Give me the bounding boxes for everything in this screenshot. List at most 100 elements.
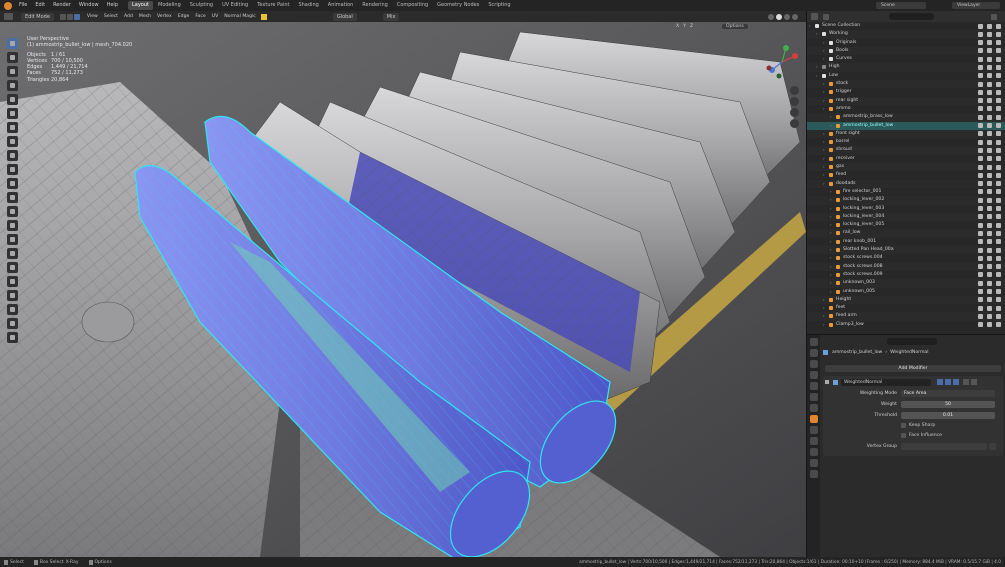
eye-icon[interactable]: [987, 123, 992, 129]
outliner-row[interactable]: › front sight: [807, 129, 1005, 139]
expand-arrow-icon[interactable]: ›: [830, 122, 832, 130]
exclude-checkbox-icon[interactable]: [978, 322, 983, 328]
outliner-row[interactable]: › Working: [807, 30, 1005, 39]
eye-icon[interactable]: [987, 264, 992, 270]
eye-icon[interactable]: [987, 222, 992, 228]
exclude-checkbox-icon[interactable]: [978, 64, 983, 70]
extrude-tool-icon[interactable]: [6, 163, 18, 175]
scale-tool-icon[interactable]: [6, 93, 18, 105]
camera-render-icon[interactable]: [996, 98, 1001, 104]
spin-tool-icon[interactable]: [6, 247, 18, 259]
outliner-row[interactable]: › locking_lever_002: [807, 196, 1005, 205]
outliner-row[interactable]: › barrel: [807, 138, 1005, 146]
outliner-row[interactable]: › ammo: [807, 105, 1005, 113]
eye-icon[interactable]: [987, 31, 992, 37]
menu-select[interactable]: Select: [101, 14, 121, 19]
eye-icon[interactable]: [987, 247, 992, 253]
exclude-checkbox-icon[interactable]: [978, 31, 983, 37]
expand-arrow-icon[interactable]: ›: [830, 205, 832, 213]
blender-logo-icon[interactable]: [4, 1, 12, 10]
eye-icon[interactable]: [987, 40, 992, 46]
funnel-icon[interactable]: [991, 13, 997, 20]
filter-icon[interactable]: [823, 13, 829, 20]
menu-view[interactable]: View: [84, 14, 101, 19]
expand-arrow-icon[interactable]: ›: [823, 312, 825, 320]
orientation-dropdown[interactable]: Global: [332, 12, 357, 21]
tab-sculpting[interactable]: Sculpting: [186, 1, 217, 10]
camera-render-icon[interactable]: [996, 89, 1001, 95]
menu-mesh[interactable]: Mesh: [136, 14, 154, 19]
eye-icon[interactable]: [987, 156, 992, 162]
outliner-row[interactable]: › Height: [807, 295, 1005, 305]
outliner-row[interactable]: › rail_low: [807, 229, 1005, 238]
expand-arrow-icon[interactable]: ›: [823, 105, 825, 113]
view-layer-selector[interactable]: ViewLayer: [952, 2, 1000, 9]
eye-icon[interactable]: [987, 147, 992, 153]
outliner-row[interactable]: › receiver: [807, 155, 1005, 163]
camera-icon[interactable]: [790, 108, 799, 117]
expand-arrow-icon[interactable]: ›: [823, 39, 825, 47]
expand-arrow-icon[interactable]: ›: [823, 155, 825, 163]
pan-icon[interactable]: [790, 97, 799, 106]
outliner-row[interactable]: › ammostrip_brass_low: [807, 113, 1005, 122]
exclude-checkbox-icon[interactable]: [978, 139, 983, 145]
tab-layout[interactable]: Layout: [128, 1, 153, 10]
exclude-checkbox-icon[interactable]: [978, 172, 983, 178]
move-tool-icon[interactable]: [6, 65, 18, 77]
editmode-toggle-icon[interactable]: [937, 379, 943, 385]
expand-arrow-icon[interactable]: ›: [823, 321, 825, 329]
exclude-checkbox-icon[interactable]: [978, 305, 983, 311]
add-cube-tool-icon[interactable]: [6, 149, 18, 161]
misc-tool-icon[interactable]: [6, 331, 18, 343]
mode-dropdown[interactable]: Edit Mode: [21, 12, 54, 21]
outliner-row[interactable]: › ammostrip_bullet_low: [807, 121, 1005, 130]
expand-arrow-icon[interactable]: ›: [830, 271, 832, 279]
camera-render-icon[interactable]: [996, 239, 1001, 245]
outliner-row[interactable]: › Low: [807, 72, 1005, 80]
material-tab-icon[interactable]: [809, 470, 818, 478]
exclude-checkbox-icon[interactable]: [978, 56, 983, 62]
measure-tool-icon[interactable]: [6, 135, 18, 147]
outliner-row[interactable]: › Bools: [807, 46, 1005, 56]
outliner-editor-icon[interactable]: [811, 13, 818, 20]
tab-modeling[interactable]: Modeling: [154, 1, 185, 10]
pivot-dropdown[interactable]: Mix: [382, 12, 400, 21]
exclude-checkbox-icon[interactable]: [978, 289, 983, 294]
exclude-checkbox-icon[interactable]: [978, 197, 983, 203]
eye-icon[interactable]: [987, 98, 992, 104]
material-shading-icon[interactable]: [784, 13, 790, 20]
tool-tab-icon[interactable]: [809, 338, 818, 346]
expand-arrow-icon[interactable]: ›: [830, 246, 832, 254]
camera-render-icon[interactable]: [996, 164, 1001, 170]
outliner-row[interactable]: › stock screws.004: [807, 254, 1005, 262]
eye-icon[interactable]: [987, 131, 992, 137]
modifier-name-field[interactable]: WeightedNormal: [841, 378, 931, 386]
expand-arrow-icon[interactable]: ›: [830, 254, 832, 262]
select-mode-icons[interactable]: [59, 13, 80, 20]
exclude-checkbox-icon[interactable]: [978, 206, 983, 212]
expand-arrow-icon[interactable]: ›: [823, 97, 825, 105]
options-dropdown[interactable]: Options: [722, 24, 748, 29]
exclude-checkbox-icon[interactable]: [978, 131, 983, 137]
expand-arrow-icon[interactable]: ›: [816, 72, 818, 80]
knife-tool-icon[interactable]: [6, 219, 18, 231]
exclude-checkbox-icon[interactable]: [978, 147, 983, 153]
tab-scripting[interactable]: Scripting: [484, 1, 514, 10]
eye-icon[interactable]: [987, 64, 992, 70]
exclude-checkbox-icon[interactable]: [978, 164, 983, 170]
menu-window[interactable]: Window: [75, 0, 103, 11]
outliner-row[interactable]: › High: [807, 63, 1005, 72]
tab-uv-editing[interactable]: UV Editing: [218, 1, 252, 10]
invert-vertex-group-icon[interactable]: [989, 443, 996, 450]
outliner-row[interactable]: › trigger: [807, 88, 1005, 96]
menu-add[interactable]: Add: [121, 14, 136, 19]
menu-file[interactable]: File: [15, 0, 31, 11]
eye-icon[interactable]: [987, 56, 992, 62]
camera-render-icon[interactable]: [996, 206, 1001, 212]
threshold-field[interactable]: 0.01: [901, 412, 995, 419]
outliner-row[interactable]: › stock screws.009: [807, 271, 1005, 279]
loop-cut-tool-icon[interactable]: [6, 205, 18, 217]
camera-render-icon[interactable]: [996, 280, 1001, 286]
solid-shading-icon[interactable]: [776, 13, 782, 20]
eye-icon[interactable]: [987, 313, 992, 319]
